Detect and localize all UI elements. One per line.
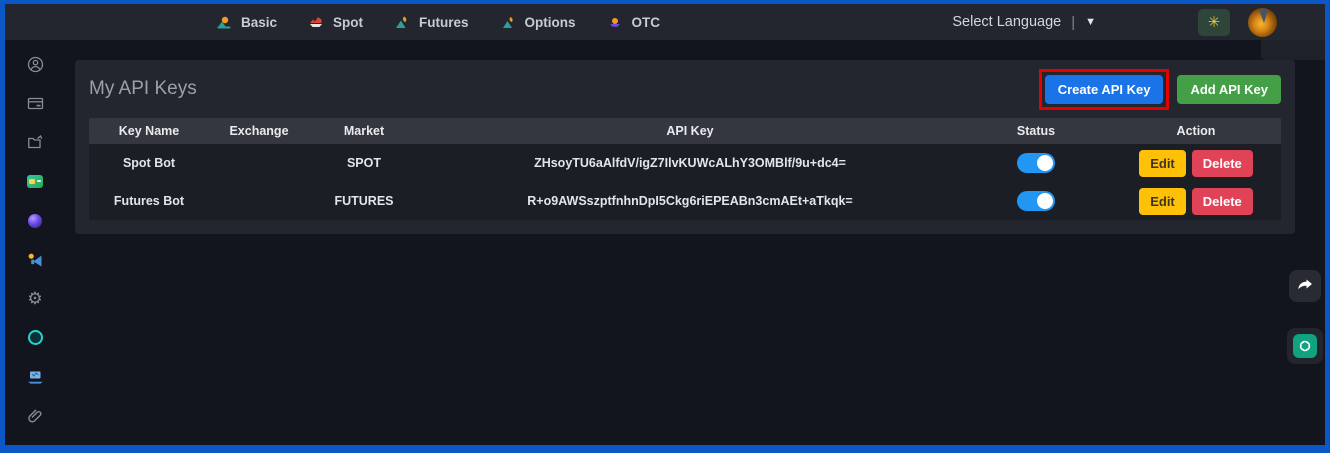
nav-item-label: OTC [631, 14, 661, 30]
table-header-row: Key Name Exchange Market API Key Status … [89, 118, 1281, 144]
key-name-cell: Futures Bot [113, 194, 185, 208]
column-header-action: Action [1176, 124, 1216, 138]
chevron-down-icon: ▼ [1085, 16, 1096, 28]
spot-icon [309, 15, 323, 29]
delete-button[interactable]: Delete [1191, 149, 1253, 177]
chat-assistant-button[interactable] [1287, 328, 1323, 364]
share-button[interactable] [1289, 270, 1321, 302]
nav-item-label: Options [524, 14, 576, 30]
table-row: Spot Bot SPOT ZHsoyTU6aAlfdV/igZ7IlvKUWc… [89, 144, 1281, 182]
status-toggle[interactable] [1017, 153, 1055, 173]
nav-item-label: Basic [241, 14, 278, 30]
add-api-key-button[interactable]: Add API Key [1177, 74, 1281, 104]
nav-item-spot[interactable]: Spot [309, 15, 363, 30]
gear-icon[interactable]: ⚙ [26, 290, 44, 307]
status-toggle[interactable] [1017, 191, 1055, 211]
sim-card-icon[interactable] [26, 173, 44, 190]
api-keys-panel: My API Keys Create API Key Add API Key K… [75, 60, 1295, 234]
nav-item-options[interactable]: Options [501, 15, 576, 30]
options-icon [501, 15, 515, 29]
disc-icon[interactable] [26, 329, 44, 346]
language-selector[interactable]: Select Language | ▼ [952, 14, 1096, 31]
folder-share-icon[interactable] [26, 134, 44, 151]
column-header-market: Market [343, 124, 385, 138]
top-navbar: Basic Spot Futures Options OTC Select La… [5, 4, 1325, 40]
futures-icon [395, 15, 409, 29]
column-header-status: Status [1016, 124, 1056, 138]
app-window: Basic Spot Futures Options OTC Select La… [0, 0, 1330, 453]
otc-icon [608, 15, 622, 29]
column-header-api-key: API Key [666, 124, 714, 138]
theme-toggle-button[interactable]: ✳ [1198, 8, 1230, 36]
paperclip-icon[interactable] [26, 407, 44, 424]
api-key-cell: R+o9AWSszptfnhnDpI5Ckg6riEPEABn3cmAEt+aT… [527, 194, 853, 208]
edit-button[interactable]: Edit [1139, 149, 1186, 177]
left-sidebar: ⚙ [5, 40, 65, 445]
chatgpt-icon [1293, 334, 1317, 358]
edit-button[interactable]: Edit [1139, 187, 1186, 215]
nav-item-otc[interactable]: OTC [608, 14, 661, 30]
annotation-highlight-box: Create API Key [1038, 68, 1170, 110]
language-label: Select Language [952, 14, 1062, 30]
card-icon[interactable] [26, 95, 44, 112]
page-title: My API Keys [89, 78, 197, 99]
nav-item-basic[interactable]: Basic [217, 15, 277, 30]
create-api-key-button[interactable]: Create API Key [1044, 74, 1164, 104]
table-row: Futures Bot FUTURES R+o9AWSszptfnhnDpI5C… [89, 182, 1281, 220]
megaphone-icon[interactable] [26, 251, 44, 268]
delete-button[interactable]: Delete [1191, 187, 1253, 215]
nav-item-label: Futures [419, 14, 469, 30]
nav-item-futures[interactable]: Futures [395, 15, 469, 30]
nav-menu: Basic Spot Futures Options OTC [217, 15, 660, 30]
orb-icon[interactable] [26, 212, 44, 229]
navbar-right: Select Language | ▼ ✳ [952, 7, 1277, 37]
workstation-icon[interactable] [26, 368, 44, 385]
user-circle-icon[interactable] [26, 56, 44, 73]
basic-icon [217, 15, 231, 29]
sun-icon: ✳ [1207, 14, 1221, 31]
column-header-key-name: Key Name [118, 124, 180, 138]
api-key-cell: ZHsoyTU6aAlfdV/igZ7IlvKUWcALhY3OMBlf/9u+… [534, 156, 846, 170]
phoenix-logo[interactable] [1248, 7, 1277, 37]
nav-item-label: Spot [333, 14, 364, 30]
share-arrow-icon [1296, 275, 1314, 298]
main-content: My API Keys Create API Key Add API Key K… [65, 40, 1325, 445]
market-cell: FUTURES [334, 194, 394, 208]
market-cell: SPOT [346, 156, 382, 170]
language-divider: | [1071, 13, 1076, 31]
column-header-exchange: Exchange [229, 124, 289, 138]
key-name-cell: Spot Bot [122, 156, 176, 170]
